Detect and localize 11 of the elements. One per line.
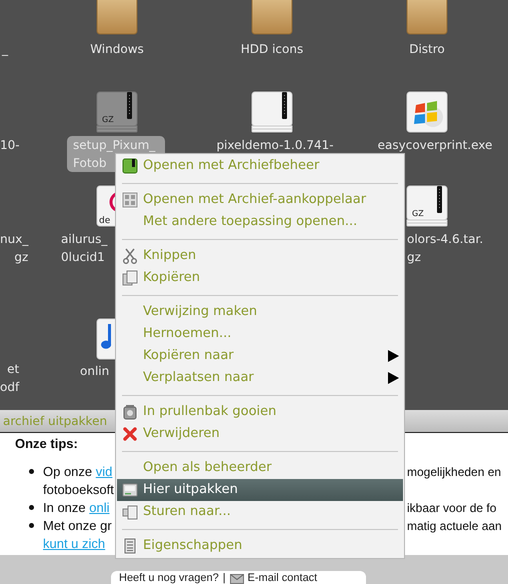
section-heading: Onze tips: bbox=[15, 436, 78, 452]
tip-text: ikbaar voor de fo bbox=[407, 500, 496, 517]
tip-text: Met onze gr bbox=[43, 516, 112, 535]
footer-divider: | bbox=[222, 572, 226, 584]
tip-text: In onze onli bbox=[43, 498, 110, 517]
tip-text: Op onze vid bbox=[43, 462, 112, 481]
tip-text: matig actuele aan bbox=[407, 518, 502, 535]
window-title: archief uitpakken bbox=[3, 414, 108, 428]
tip-text: fotoboeksoft bbox=[43, 480, 114, 499]
footer-text: Heeft u nog vragen? bbox=[119, 572, 219, 584]
tip-text: mogelijkheden en bbox=[407, 464, 502, 481]
